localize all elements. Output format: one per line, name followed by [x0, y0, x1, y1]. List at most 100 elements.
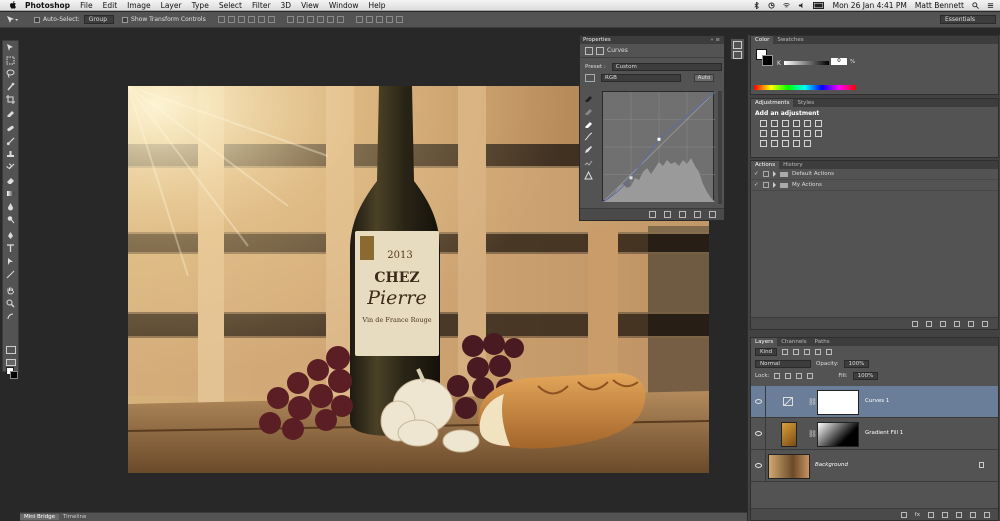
dodge-tool[interactable]: [3, 213, 18, 226]
align-right-icon[interactable]: [267, 16, 275, 23]
levels-icon[interactable]: [771, 120, 778, 127]
new-set-icon[interactable]: [954, 320, 960, 327]
time-machine-icon[interactable]: [768, 2, 775, 9]
properties-scrollbar[interactable]: [718, 91, 722, 204]
white-point-eyedropper-icon[interactable]: [584, 119, 593, 129]
gradient-fill-thumbnail[interactable]: [781, 422, 797, 447]
lock-position-icon[interactable]: [796, 373, 803, 379]
tab-swatches[interactable]: Swatches: [773, 36, 807, 44]
clipping-warning-icon[interactable]: [584, 170, 593, 180]
tool-preset-picker[interactable]: [6, 14, 26, 26]
hand-tool[interactable]: [3, 284, 18, 297]
expand-triangle-icon[interactable]: [773, 171, 776, 177]
history-brush-tool[interactable]: [3, 161, 18, 174]
color-background-swatch[interactable]: [762, 55, 773, 66]
toggle-check-icon[interactable]: ✓: [754, 171, 759, 177]
menu-select[interactable]: Select: [219, 1, 242, 10]
3d-drag-icon[interactable]: [375, 16, 383, 23]
invert-icon[interactable]: [760, 140, 767, 147]
action-set-default[interactable]: ✓ Default Actions: [751, 169, 998, 180]
filter-shape-icon[interactable]: [815, 349, 822, 355]
tab-layers[interactable]: Layers: [751, 338, 778, 346]
brightness-contrast-icon[interactable]: [760, 120, 767, 127]
properties-panel-icon[interactable]: [733, 51, 742, 59]
new-group-icon[interactable]: [956, 511, 962, 518]
trash-icon[interactable]: [709, 211, 716, 218]
bluetooth-icon[interactable]: [753, 2, 760, 9]
3d-slide-icon[interactable]: [385, 16, 393, 23]
clip-to-layer-icon[interactable]: [649, 211, 656, 218]
selective-color-icon[interactable]: [793, 140, 800, 147]
opacity-input[interactable]: 100%: [843, 360, 870, 368]
align-top-icon[interactable]: [217, 16, 225, 23]
tab-adjustments[interactable]: Adjustments: [751, 99, 794, 107]
distribute-top-icon[interactable]: [286, 16, 294, 23]
new-adjustment-icon[interactable]: [942, 511, 948, 518]
delete-action-icon[interactable]: [982, 320, 988, 327]
visibility-eye-icon[interactable]: [694, 211, 701, 218]
show-transform-checkbox[interactable]: [122, 16, 129, 23]
layer-name[interactable]: Gradient Fill 1: [865, 430, 903, 436]
gray-point-eyedropper-icon[interactable]: [584, 106, 593, 116]
brush-tool[interactable]: [3, 135, 18, 148]
menu-app-name[interactable]: Photoshop: [25, 1, 70, 10]
color-balance-icon[interactable]: [771, 130, 778, 137]
play-icon[interactable]: [940, 320, 946, 327]
wifi-icon[interactable]: [782, 2, 790, 9]
background-color-swatch[interactable]: [10, 371, 18, 379]
reset-icon[interactable]: [679, 211, 686, 218]
notification-center-icon[interactable]: [987, 2, 994, 9]
action-set-my-actions[interactable]: ✓ My Actions: [751, 180, 998, 191]
add-mask-icon[interactable]: [928, 511, 934, 518]
tab-channels[interactable]: Channels: [777, 338, 810, 346]
curve-edit-points-icon[interactable]: [584, 132, 593, 141]
default-colors-toggle[interactable]: [3, 310, 18, 323]
blend-mode-dropdown[interactable]: Normal: [755, 360, 811, 368]
panel-collapse-icon[interactable]: » ≡: [710, 36, 720, 44]
record-icon[interactable]: [926, 320, 932, 327]
fill-input[interactable]: 100%: [852, 372, 879, 380]
distribute-left-icon[interactable]: [316, 16, 324, 23]
info-panel-icon[interactable]: [733, 41, 742, 49]
lock-transparent-icon[interactable]: [774, 373, 781, 379]
distribute-right-icon[interactable]: [336, 16, 344, 23]
align-hcenter-icon[interactable]: [257, 16, 265, 23]
align-bottom-icon[interactable]: [237, 16, 245, 23]
color-spectrum-ramp[interactable]: [754, 85, 856, 90]
hue-saturation-icon[interactable]: [760, 130, 767, 137]
k-value-input[interactable]: 0: [831, 58, 847, 65]
gradient-mask-thumbnail[interactable]: [817, 422, 859, 447]
layer-mask-thumbnail[interactable]: [817, 390, 859, 415]
distribute-hcenter-icon[interactable]: [326, 16, 334, 23]
curve-control-point[interactable]: [629, 176, 633, 180]
shape-tool[interactable]: [3, 268, 18, 281]
auto-select-checkbox[interactable]: [34, 16, 40, 23]
pencil-draw-icon[interactable]: [584, 145, 593, 154]
tab-styles[interactable]: Styles: [793, 99, 818, 107]
tab-properties[interactable]: Properties: [583, 37, 611, 43]
menu-window[interactable]: Window: [329, 1, 359, 10]
quick-mask-icon[interactable]: [6, 346, 16, 354]
3d-rotate-icon[interactable]: [355, 16, 363, 23]
new-action-icon[interactable]: [968, 320, 974, 327]
curves-graph[interactable]: [602, 91, 715, 202]
visibility-eye-icon[interactable]: [755, 431, 762, 436]
gradient-map-icon[interactable]: [804, 140, 811, 147]
background-thumbnail[interactable]: [768, 454, 810, 479]
tab-color[interactable]: Color: [751, 36, 774, 44]
filter-adjustment-icon[interactable]: [793, 349, 800, 355]
workspace-switcher[interactable]: Essentials: [940, 15, 996, 24]
curves-icon[interactable]: [782, 120, 789, 127]
blur-tool[interactable]: [3, 200, 18, 213]
tab-history[interactable]: History: [779, 161, 807, 169]
3d-scale-icon[interactable]: [395, 16, 403, 23]
filter-type-icon[interactable]: [804, 349, 811, 355]
eraser-tool[interactable]: [3, 174, 18, 187]
menu-edit[interactable]: Edit: [103, 1, 118, 10]
menu-3d[interactable]: 3D: [281, 1, 292, 10]
delete-layer-icon[interactable]: [984, 511, 990, 518]
user-name[interactable]: Matt Bennett: [915, 1, 964, 10]
curve-control-point[interactable]: [657, 137, 661, 141]
photo-filter-icon[interactable]: [793, 130, 800, 137]
tab-mini-bridge[interactable]: Mini Bridge: [20, 514, 59, 520]
